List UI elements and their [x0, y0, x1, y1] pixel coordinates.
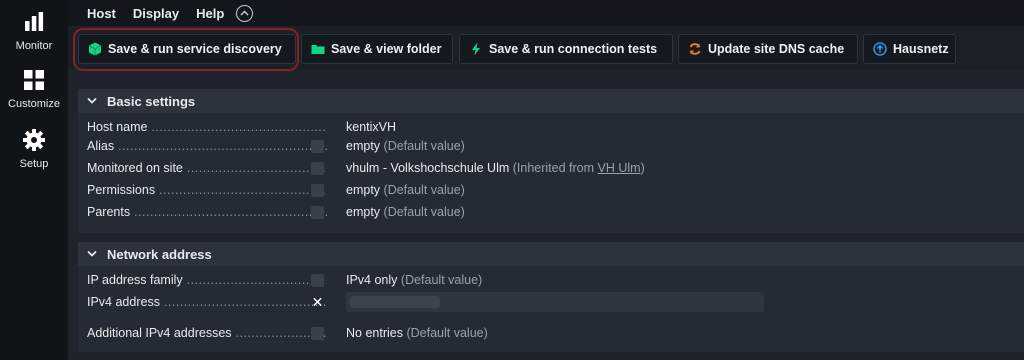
field-label: IPv4 address: [87, 295, 327, 309]
menu-bar: Host Display Help: [68, 0, 1024, 26]
button-label: Save & view folder: [331, 42, 442, 56]
field-label: Permissions: [87, 183, 327, 197]
parents-value: empty (Default value): [346, 205, 465, 219]
additional-ipv4-checkbox[interactable]: [311, 326, 324, 340]
permissions-value: empty (Default value): [346, 183, 465, 197]
ipv4-address-input[interactable]: [346, 292, 764, 312]
additional-ipv4-value: No entries (Default value): [346, 326, 488, 340]
alias-value: empty (Default value): [346, 139, 465, 153]
bolt-icon: [472, 42, 480, 56]
menu-help[interactable]: Help: [196, 6, 224, 21]
collapse-menu-button[interactable]: [236, 4, 254, 22]
field-label: Host name: [87, 120, 327, 134]
field-label: Alias: [87, 139, 327, 153]
ipv4-checkbox-checked[interactable]: ✕: [311, 295, 324, 309]
ipv4-address-row: IPv4 address ✕: [78, 292, 1024, 312]
main-content: Host Display Help Save & run service dis…: [68, 0, 1024, 360]
sidebar-item-monitor[interactable]: Monitor: [0, 10, 68, 52]
alias-checkbox[interactable]: [311, 139, 324, 153]
sidebar-item-label: Customize: [8, 98, 60, 110]
save-view-folder-button[interactable]: Save & view folder: [301, 34, 453, 64]
menu-host[interactable]: Host: [87, 6, 116, 21]
site-link[interactable]: VH Ulm: [598, 161, 641, 175]
host-name-value: kentixVH: [346, 120, 397, 134]
sidebar-item-label: Monitor: [15, 40, 53, 52]
parents-row: Parents empty (Default value): [78, 202, 1024, 222]
button-label: Update site DNS cache: [708, 42, 845, 56]
grid-icon: [24, 70, 44, 90]
site-value: vhulm - Volkshochschule Ulm (Inherited f…: [346, 161, 645, 175]
main-sidebar: Monitor Customize Setup: [0, 0, 68, 360]
field-label: IP address family: [87, 273, 327, 287]
field-label: Additional IPv4 addresses: [87, 326, 327, 340]
section-title: Network address: [107, 246, 212, 262]
basic-settings-header[interactable]: Basic settings: [78, 89, 1024, 113]
ip-family-checkbox[interactable]: [311, 273, 324, 287]
hausnetz-button[interactable]: Hausnetz: [863, 34, 956, 64]
field-label: Monitored on site: [87, 161, 327, 175]
parents-checkbox[interactable]: [311, 205, 324, 219]
host-name-row: Host name kentixVH: [78, 117, 1024, 137]
chevron-up-icon: [240, 10, 249, 16]
alias-row: Alias empty (Default value): [78, 136, 1024, 156]
redacted-value: [350, 296, 440, 308]
sidebar-item-customize[interactable]: Customize: [0, 68, 68, 110]
save-run-connection-tests-button[interactable]: Save & run connection tests: [459, 34, 673, 64]
monitored-on-site-row: Monitored on site vhulm - Volkshochschul…: [78, 158, 1024, 178]
button-label: Hausnetz: [893, 42, 949, 56]
permissions-checkbox[interactable]: [311, 183, 324, 197]
field-label: Parents: [87, 205, 327, 219]
ip-family-value: IPv4 only (Default value): [346, 273, 483, 287]
chevron-down-icon: [87, 249, 97, 260]
update-site-dns-cache-button[interactable]: Update site DNS cache: [678, 34, 858, 64]
network-address-section: Network address IP address family IPv4 o…: [78, 242, 1024, 352]
permissions-row: Permissions empty (Default value): [78, 180, 1024, 200]
button-label: Save & run connection tests: [489, 42, 658, 56]
gear-icon: [23, 129, 45, 151]
highlight-annotation: [73, 28, 299, 71]
basic-settings-section: Basic settings Host name kentixVH Alias …: [78, 89, 1024, 233]
bar-chart-icon: [25, 12, 44, 31]
sidebar-item-setup[interactable]: Setup: [0, 128, 68, 170]
folder-icon: [311, 45, 325, 54]
ip-address-family-row: IP address family IPv4 only (Default val…: [78, 270, 1024, 290]
chevron-down-icon: [87, 96, 97, 107]
sidebar-item-label: Setup: [19, 158, 49, 170]
section-title: Basic settings: [107, 93, 196, 109]
arrow-up-circle-icon: [873, 42, 887, 56]
site-checkbox[interactable]: [311, 161, 324, 175]
network-address-header[interactable]: Network address: [78, 242, 1024, 266]
menu-display[interactable]: Display: [133, 6, 179, 21]
additional-ipv4-row: Additional IPv4 addresses No entries (De…: [78, 323, 1024, 343]
refresh-icon: [689, 43, 701, 55]
